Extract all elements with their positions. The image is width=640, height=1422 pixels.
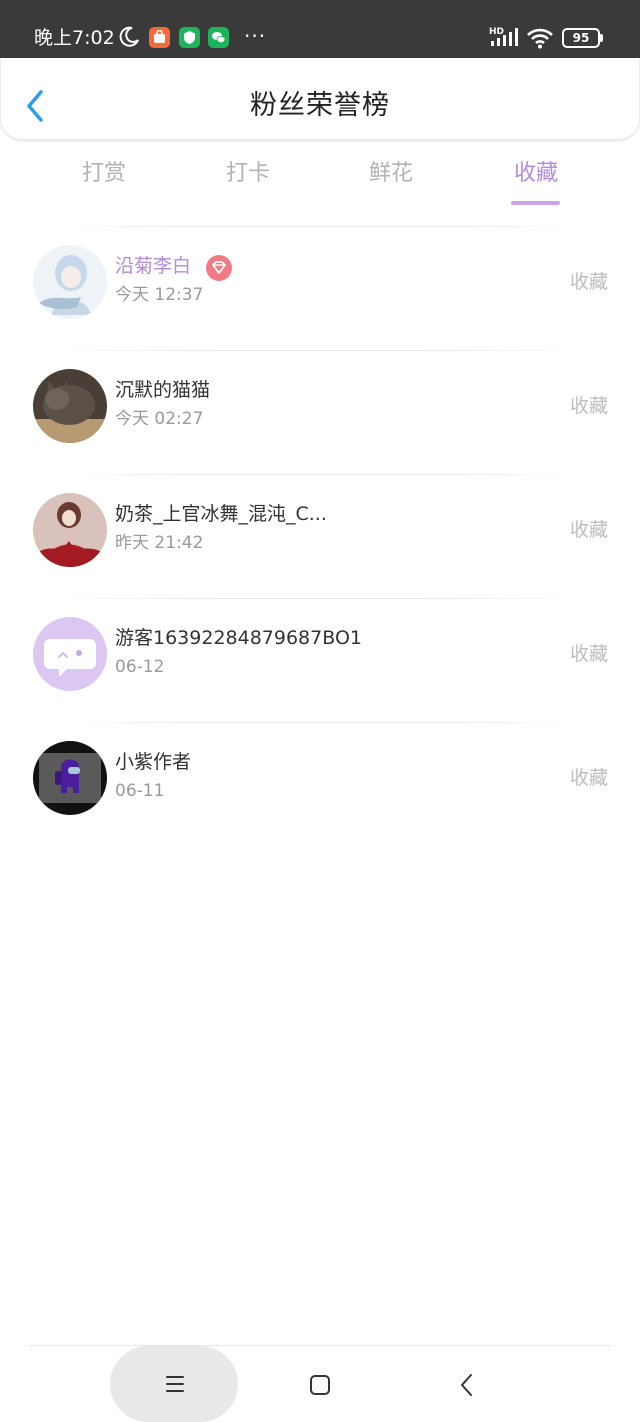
more-notifications-icon: ··· xyxy=(244,24,267,48)
battery-level: 95 xyxy=(572,31,590,45)
tab-checkin[interactable]: 打卡 xyxy=(198,158,298,190)
status-bar: 晚上7:02 ··· HD 95 xyxy=(0,0,640,58)
tab-bar: 打赏 打卡 鲜花 收藏 xyxy=(0,150,640,210)
network-hd-label: HD xyxy=(489,27,504,37)
wechat-icon xyxy=(208,27,229,48)
fan-time: 06-11 xyxy=(115,781,165,801)
security-app-icon xyxy=(179,27,200,48)
list-item[interactable]: 沿菊李白 今天 12:37 收藏 xyxy=(0,227,640,351)
fan-name: 沿菊李白 xyxy=(115,255,192,277)
list-item[interactable]: 沉默的猫猫 今天 02:27 收藏 xyxy=(0,351,640,475)
among-us-avatar-icon xyxy=(33,741,107,815)
fan-action-label: 收藏 xyxy=(569,271,608,293)
status-time: 晚上7:02 xyxy=(34,27,115,49)
home-square-icon xyxy=(310,1375,330,1395)
system-back-button[interactable] xyxy=(452,1370,482,1400)
system-nav-bar xyxy=(0,1346,640,1422)
tab-flowers[interactable]: 鲜花 xyxy=(341,158,441,190)
back-chevron-icon xyxy=(461,1374,472,1396)
battery-icon: 95 xyxy=(562,28,600,48)
tab-favorites[interactable]: 收藏 xyxy=(486,158,586,190)
shopping-app-icon xyxy=(149,27,170,48)
chat-bubble-avatar-icon xyxy=(33,617,107,691)
fan-time: 昨天 21:42 xyxy=(115,533,204,553)
fan-name: 沉默的猫猫 xyxy=(115,379,211,401)
menu-icon xyxy=(166,1376,184,1392)
cat-avatar-icon xyxy=(33,369,107,443)
list-item[interactable]: 小紫作者 06-11 收藏 xyxy=(0,723,640,847)
fan-action-label: 收藏 xyxy=(569,395,608,417)
fan-time: 06-12 xyxy=(115,657,165,677)
home-button[interactable] xyxy=(305,1370,335,1400)
battery-tip xyxy=(600,34,603,42)
list-item[interactable]: 奶茶_上官冰舞_混沌_C... 昨天 21:42 收藏 xyxy=(0,475,640,599)
anime-girl-avatar-icon xyxy=(33,245,107,319)
fan-name: 小紫作者 xyxy=(115,751,192,773)
vip-diamond-badge-icon xyxy=(206,255,232,281)
tab-reward[interactable]: 打赏 xyxy=(54,158,154,190)
fan-name: 奶茶_上官冰舞_混沌_C... xyxy=(115,503,327,525)
fan-time: 今天 02:27 xyxy=(115,409,204,429)
active-tab-indicator xyxy=(511,201,560,205)
avatar[interactable] xyxy=(33,369,107,443)
fan-action-label: 收藏 xyxy=(569,767,608,789)
fan-time: 今天 12:37 xyxy=(115,285,204,305)
page-title: 粉丝荣誉榜 xyxy=(250,90,390,121)
wifi-icon xyxy=(527,28,553,49)
avatar[interactable] xyxy=(33,617,107,691)
avatar[interactable] xyxy=(33,741,107,815)
fan-action-label: 收藏 xyxy=(569,643,608,665)
avatar[interactable] xyxy=(33,245,107,319)
list-item[interactable]: 游客16392284879687BO1 06-12 收藏 xyxy=(0,599,640,723)
fan-name: 游客16392284879687BO1 xyxy=(115,627,362,649)
moon-icon xyxy=(119,26,139,47)
avatar[interactable] xyxy=(33,493,107,567)
fan-action-label: 收藏 xyxy=(569,519,608,541)
recent-apps-button[interactable] xyxy=(110,1346,238,1422)
signal-icon: HD xyxy=(489,27,518,46)
red-dress-avatar-icon xyxy=(33,493,107,567)
header: 粉丝荣誉榜 xyxy=(0,58,640,140)
